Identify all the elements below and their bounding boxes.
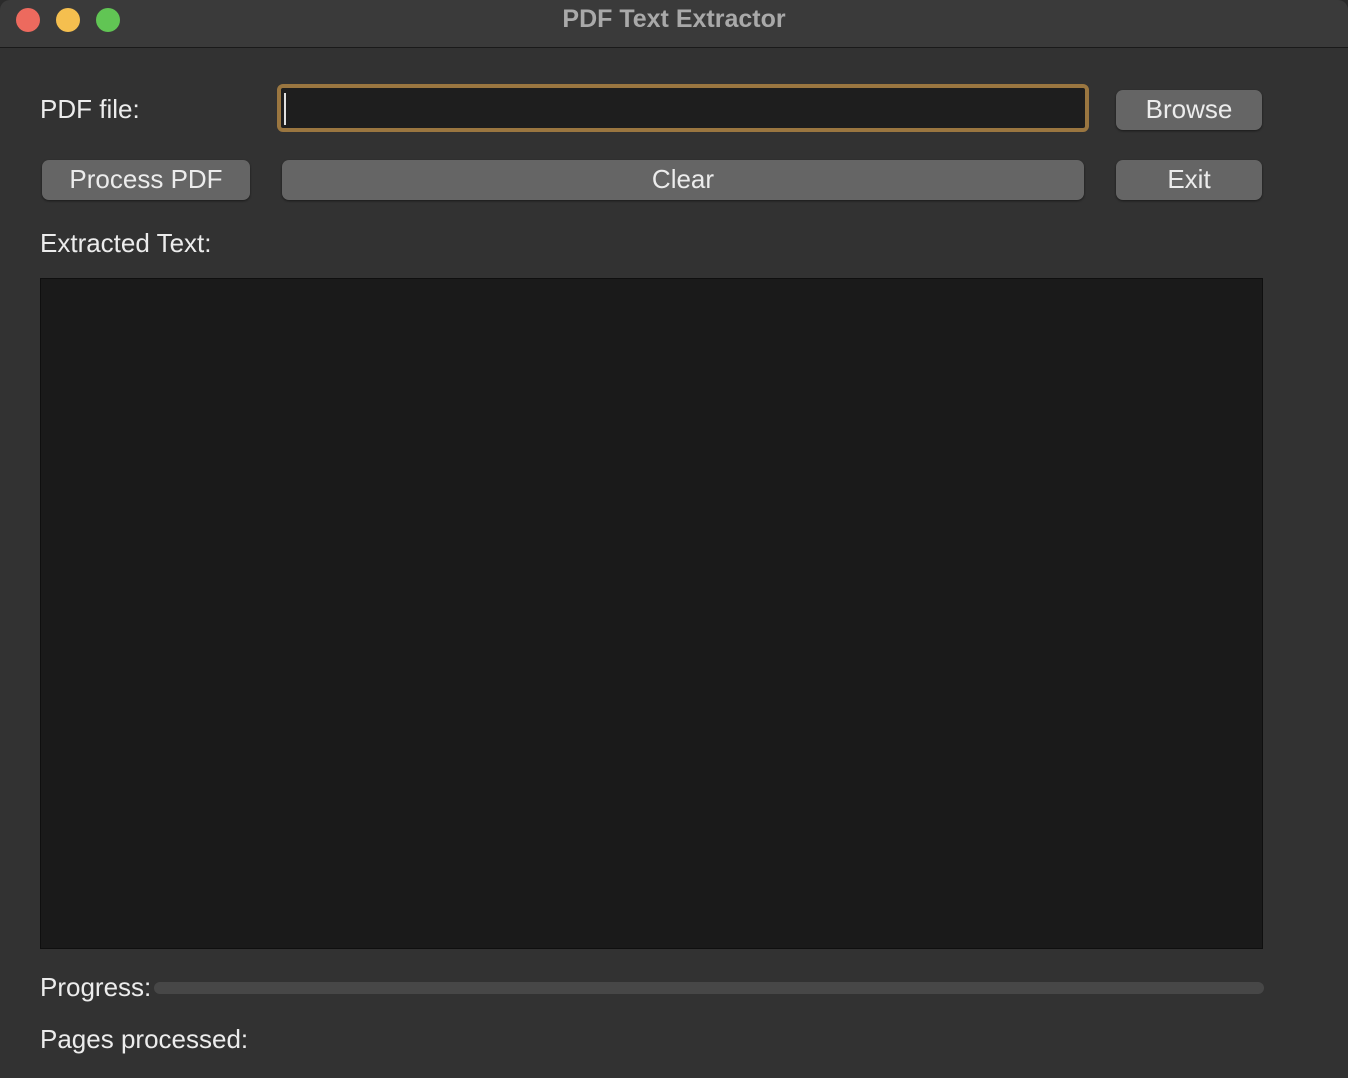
text-cursor — [284, 93, 286, 125]
process-pdf-button[interactable]: Process PDF — [42, 160, 250, 200]
pdf-file-input[interactable] — [277, 84, 1089, 132]
pages-processed-label-text: Pages processed: — [40, 1024, 249, 1054]
extracted-text-label: Extracted Text: — [40, 228, 212, 258]
progress-label: Progress: — [40, 972, 152, 1002]
progress-bar — [154, 982, 1264, 994]
window-title: PDF Text Extractor — [562, 5, 786, 33]
title-bar: PDF Text Extractor — [0, 0, 1348, 48]
exit-button[interactable]: Exit — [1116, 160, 1262, 200]
browse-button[interactable]: Browse — [1116, 90, 1262, 130]
pdf-file-label: PDF file: — [40, 94, 140, 124]
extracted-text-area[interactable] — [40, 278, 1263, 949]
clear-button[interactable]: Clear — [282, 160, 1084, 200]
pages-processed-label: Pages processed: — [40, 1024, 248, 1055]
app-window: PDF Text Extractor PDF file: Browse Proc… — [0, 0, 1348, 1078]
